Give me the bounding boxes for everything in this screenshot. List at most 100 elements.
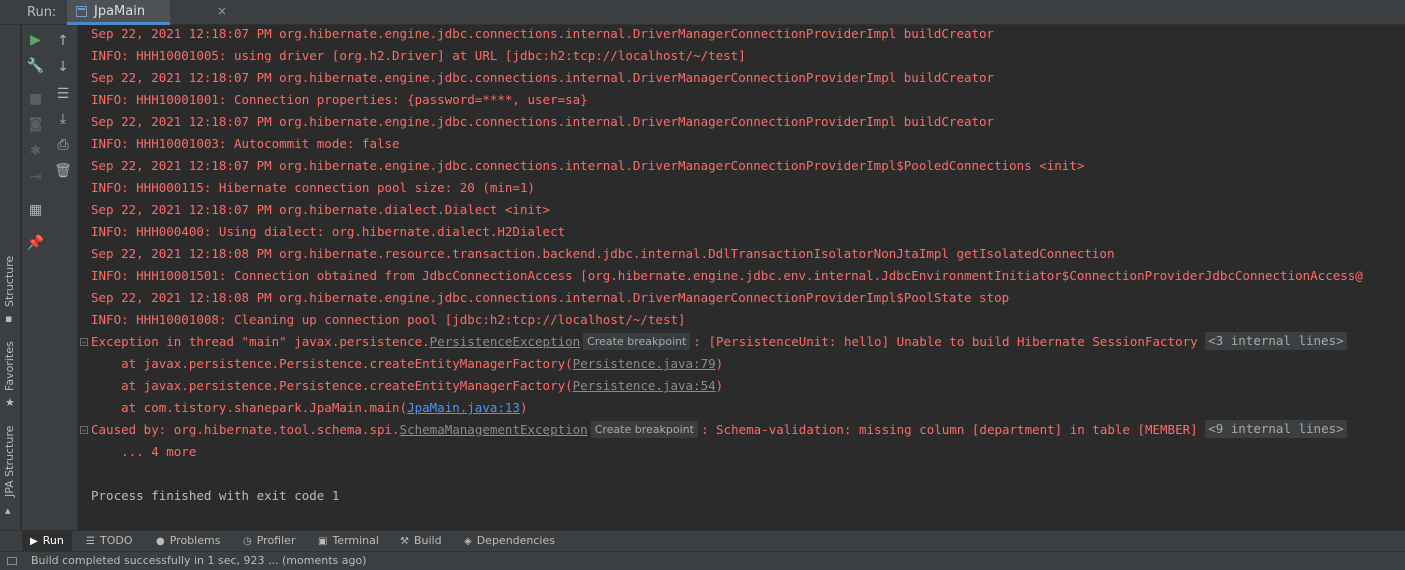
scroll-to-end-icon[interactable]: ⤓	[49, 108, 77, 130]
side-tab-label: JPA Structure	[3, 425, 16, 497]
jpa-icon: ▴	[5, 504, 11, 517]
status-panel-icon[interactable]	[7, 557, 17, 565]
bottom-tab-problems[interactable]: ● Problems	[156, 531, 220, 551]
run-icon[interactable]: ▶	[22, 29, 49, 51]
print-icon[interactable]: ⎙	[49, 134, 77, 156]
stack-text: )	[519, 400, 528, 415]
stack-text: at com.tistory.shanepark.JpaMain.main(	[91, 400, 408, 415]
left-tool-strip: Structure ▪ Favorites ★ JPA Structure ▴	[0, 25, 21, 530]
bottom-tab-label: TODO	[99, 534, 133, 547]
trash-icon[interactable]: 🗑	[49, 160, 77, 182]
bottom-tab-label: Profiler	[256, 534, 296, 547]
console-line: INFO: HHH000400: Using dialect: org.hibe…	[91, 224, 566, 239]
up-arrow-icon[interactable]: ↑	[49, 30, 77, 52]
run-toolbar-primary: ▶ 🔧 ■ ◙ ✱ ⇥ ▦ 📌	[22, 25, 49, 530]
down-arrow-icon[interactable]: ↓	[49, 56, 77, 78]
bottom-tab-dependencies[interactable]: ◈ Dependencies	[464, 531, 555, 551]
caused-prefix: Caused by: org.hibernate.tool.schema.spi…	[91, 422, 400, 437]
create-breakpoint-button[interactable]: Create breakpoint	[583, 333, 691, 350]
more-lines: ... 4 more	[91, 444, 197, 459]
list-icon: ☰	[86, 536, 95, 547]
stack-text: at javax.persistence.Persistence.createE…	[91, 356, 573, 371]
status-text: Build completed successfully in 1 sec, 9…	[31, 554, 367, 567]
profiler-icon: ◷	[243, 536, 252, 547]
bottom-tab-run[interactable]: ▶ Run	[22, 531, 72, 551]
process-exit-line: Process finished with exit code 1	[91, 488, 340, 503]
side-tab-favorites[interactable]: Favorites ★	[0, 341, 21, 413]
bottom-tab-label: Run	[42, 534, 64, 547]
run-toolbar-secondary: ↑ ↓ ☰ ⤓ ⎙ 🗑	[49, 25, 78, 530]
console-line: Sep 22, 2021 12:18:07 PM org.hibernate.e…	[91, 114, 995, 129]
tab-label: JpaMain	[94, 4, 146, 19]
console-line: Sep 22, 2021 12:18:08 PM org.hibernate.r…	[91, 246, 1115, 261]
stack-source-link[interactable]: JpaMain.java:13	[407, 400, 520, 415]
bottom-tab-todo[interactable]: ☰ TODO	[86, 531, 132, 551]
pin-icon[interactable]: 📌	[22, 232, 49, 254]
structure-icon: ▪	[5, 312, 13, 325]
console-line: Sep 22, 2021 12:18:08 PM org.hibernate.e…	[91, 290, 1010, 305]
bottom-tab-profiler[interactable]: ◷ Profiler	[243, 531, 295, 551]
side-tab-label: Favorites	[3, 341, 16, 391]
persistence-exception-link[interactable]: PersistenceException	[430, 334, 581, 349]
console-line: Sep 22, 2021 12:18:07 PM org.hibernate.e…	[91, 26, 995, 41]
caused-by-line: Caused by: org.hibernate.tool.schema.spi…	[91, 419, 1347, 441]
exception-prefix: Exception in thread "main" javax.persist…	[91, 334, 430, 349]
soft-wrap-icon[interactable]: ☰	[49, 83, 77, 105]
problems-icon: ●	[156, 536, 165, 547]
exception-message: : [PersistenceUnit: hello] Unable to bui…	[693, 334, 1198, 349]
bottom-tool-tabs: ▶ Run ☰ TODO ● Problems ◷ Profiler ▣ Terminal…	[0, 530, 1405, 551]
run-tool-window-header: Run: JpaMain ×	[0, 0, 1405, 25]
tab-jpamain[interactable]: JpaMain ×	[67, 0, 227, 25]
stack-trace-line: at javax.persistence.Persistence.createE…	[91, 353, 723, 375]
exit-icon[interactable]: ⇥	[22, 166, 49, 188]
stack-text: )	[715, 356, 724, 371]
stack-trace-line: at com.tistory.shanepark.JpaMain.main(Jp…	[91, 397, 528, 419]
fold-toggle-icon[interactable]: −	[80, 338, 88, 347]
status-bar: Build completed successfully in 1 sec, 9…	[0, 551, 1405, 570]
wrench-icon[interactable]: 🔧	[22, 55, 49, 77]
exception-line: Exception in thread "main" javax.persist…	[91, 331, 1347, 353]
bottom-tab-label: Build	[413, 534, 442, 547]
layout-icon[interactable]: ▦	[22, 199, 49, 221]
bottom-tab-build[interactable]: ⚒ Build	[400, 531, 442, 551]
console-window-icon	[76, 6, 87, 17]
console-line: INFO: HHH10001008: Cleaning up connectio…	[91, 312, 686, 327]
console-line: Sep 22, 2021 12:18:07 PM org.hibernate.d…	[91, 202, 551, 217]
terminal-icon: ▣	[318, 536, 328, 547]
console-line: INFO: HHH10001005: using driver [org.h2.…	[91, 48, 746, 63]
create-breakpoint-button[interactable]: Create breakpoint	[590, 421, 698, 438]
console-line: INFO: HHH10001003: Autocommit mode: fals…	[91, 136, 400, 151]
layers-icon: ◈	[464, 536, 472, 547]
close-icon[interactable]: ×	[217, 4, 227, 18]
side-tab-structure[interactable]: Structure ▪	[0, 253, 21, 325]
run-label: Run:	[27, 5, 57, 20]
stack-source-link[interactable]: Persistence.java:54	[573, 378, 716, 393]
side-tab-jpa-structure[interactable]: JPA Structure ▴	[0, 425, 21, 525]
stack-trace-line: at javax.persistence.Persistence.createE…	[91, 375, 723, 397]
bottom-tab-label: Problems	[169, 534, 221, 547]
console-line: Sep 22, 2021 12:18:07 PM org.hibernate.e…	[91, 70, 995, 85]
console-line: INFO: HHH10001001: Connection properties…	[91, 92, 588, 107]
console-line: INFO: HHH000115: Hibernate connection po…	[91, 180, 536, 195]
star-icon: ★	[5, 396, 15, 409]
bottom-tab-terminal[interactable]: ▣ Terminal	[318, 531, 379, 551]
bottom-tab-label: Terminal	[332, 534, 379, 547]
internal-lines-toggle[interactable]: <9 internal lines>	[1205, 420, 1347, 438]
console-line: INFO: HHH10001501: Connection obtained f…	[91, 268, 1363, 283]
run-icon: ▶	[30, 536, 38, 547]
bottom-tab-label: Dependencies	[476, 534, 555, 547]
caused-message: : Schema-validation: missing column [dep…	[700, 422, 1198, 437]
fold-toggle-icon[interactable]: −	[80, 426, 88, 435]
console-line: Sep 22, 2021 12:18:07 PM org.hibernate.e…	[91, 158, 1085, 173]
settings-icon[interactable]: ✱	[22, 140, 49, 162]
stack-source-link[interactable]: Persistence.java:79	[573, 356, 716, 371]
hammer-icon: ⚒	[400, 536, 409, 547]
stack-text: at javax.persistence.Persistence.createE…	[91, 378, 573, 393]
console-output[interactable]: Sep 22, 2021 12:18:07 PM org.hibernate.e…	[79, 25, 1405, 530]
stack-text: )	[715, 378, 724, 393]
schema-exception-link[interactable]: SchemaManagementException	[400, 422, 588, 437]
stop-icon[interactable]: ■	[22, 88, 49, 110]
internal-lines-toggle[interactable]: <3 internal lines>	[1205, 332, 1347, 350]
side-tab-label: Structure	[3, 255, 16, 307]
camera-icon[interactable]: ◙	[22, 113, 49, 135]
